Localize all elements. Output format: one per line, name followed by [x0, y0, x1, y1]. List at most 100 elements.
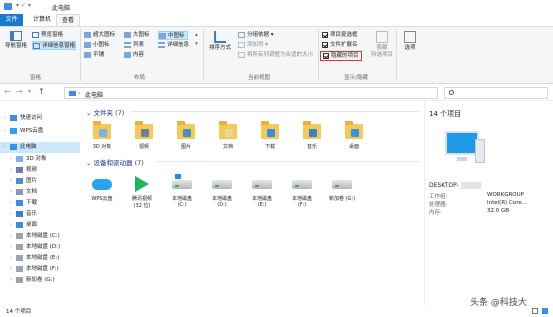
layout-medium-icons[interactable]: 中图标 [158, 31, 188, 40]
address-bar[interactable]: › 此电脑 [64, 87, 438, 99]
layout-small-icons[interactable]: 小图标 [84, 41, 110, 50]
computer-name: DESKTOP- [429, 182, 459, 189]
device-sublabel: (E:) [257, 202, 267, 208]
device-tile[interactable]: 本地磁盘 (E:) [242, 173, 282, 208]
recent-chevron-icon[interactable]: ▾ [28, 88, 31, 95]
nav-item[interactable]: › 视频 [0, 165, 80, 176]
device-tile[interactable]: 本地磁盘 (D:) [202, 173, 242, 208]
xl-icons-icon [84, 31, 91, 38]
nav-item[interactable]: › 文档 [0, 187, 80, 198]
folder-label: 3D 对象 [92, 144, 112, 150]
device-tile[interactable]: 本地磁盘 (C:) [162, 173, 202, 208]
separator [203, 29, 204, 81]
device-tile[interactable]: WPS云盘 [82, 173, 122, 202]
checkbox[interactable] [322, 41, 328, 48]
address-row: ← → ▾ ↑ › 此电脑 [0, 84, 553, 101]
search-input[interactable] [444, 87, 548, 99]
nav-item[interactable]: › 音乐 [0, 209, 80, 220]
forward-icon[interactable]: → [16, 87, 23, 96]
folder-tile[interactable]: 3D 对象 [82, 121, 122, 150]
folder-tile[interactable]: 视频 [124, 121, 164, 150]
tab-file[interactable]: 文件 [0, 14, 23, 26]
nav-item[interactable]: › 本地磁盘 (F:) [0, 264, 80, 275]
fit-columns-button[interactable]: 将所有列调整为合适的大小 [238, 51, 313, 60]
sort-icon [214, 31, 226, 43]
add-columns-icon [238, 41, 245, 48]
layout-group-label: 布局 [134, 75, 146, 81]
folder-tile[interactable]: 图片 [166, 121, 206, 150]
options-button[interactable]: 选项 [400, 31, 420, 59]
star-icon [10, 114, 17, 121]
hidden-items-toggle[interactable]: 隐藏的项目 [320, 51, 362, 61]
nav-item[interactable]: › 3D 对象 [0, 154, 80, 165]
tab-computer[interactable]: 计算机 [28, 14, 56, 26]
folder-tile[interactable]: 文档 [208, 121, 248, 150]
folder-tile[interactable]: 音乐 [292, 121, 332, 150]
quick-access-toolbar[interactable]: ▾ ✓ ▾ [16, 2, 40, 11]
layout-tiles[interactable]: 平铺 [84, 51, 104, 60]
current-view-group-label: 当前视图 [248, 75, 271, 81]
hide-selected-button[interactable]: 隐藏 所选项目 [370, 31, 394, 59]
sort-by-button[interactable]: 排序方式 [206, 31, 234, 61]
large-icons-view-icon[interactable] [542, 308, 548, 314]
nav-item[interactable]: › 快速访问 [0, 113, 80, 124]
device-label: 本地磁盘 [211, 196, 232, 202]
pc-icon [69, 91, 76, 96]
details-pane-button[interactable]: 详细信息窗格 [32, 41, 77, 50]
nav-item[interactable]: › 桌面 [0, 220, 80, 231]
device-tile[interactable]: 腾讯视频 (32 位) [122, 173, 162, 209]
group-by-button[interactable]: 分组依据 ▾ [238, 31, 274, 40]
nav-item[interactable]: › 本地磁盘 (E:) [0, 253, 80, 264]
back-icon[interactable]: ← [4, 87, 11, 96]
nav-item[interactable]: › 新加卷 (G:) [0, 275, 80, 286]
nav-item-label: 本地磁盘 (F:) [26, 266, 59, 272]
layout-list[interactable]: 列表 [124, 41, 144, 50]
nav-item-label: 本地磁盘 (E:) [26, 255, 60, 261]
nav-item[interactable]: › 此电脑 [0, 142, 80, 153]
device-label: 本地磁盘 [251, 196, 272, 202]
devices-section-header[interactable]: ⌄ 设备和驱动器 (7) [86, 157, 144, 167]
wps-cloud-icon [91, 173, 113, 193]
section-divider [156, 161, 420, 162]
fit-columns-label: 将所有列调整为合适的大小 [247, 52, 314, 58]
nav-item[interactable]: › 图片 [0, 176, 80, 187]
device-label: 本地磁盘 [171, 196, 192, 202]
up-icon[interactable]: ↑ [38, 87, 45, 96]
nav-pane-button[interactable]: 导航窗格 [4, 31, 28, 59]
folder-label: 下载 [264, 144, 275, 150]
nav-item[interactable]: › WPS云盘 [0, 126, 80, 137]
folder-tile[interactable]: 下载 [250, 121, 290, 150]
checkbox[interactable] [323, 52, 329, 59]
nav-item[interactable]: › 本地磁盘 (D:) [0, 242, 80, 253]
file-extensions-toggle[interactable]: 文件扩展名 [322, 41, 358, 50]
tab-view[interactable]: 查看 [56, 14, 81, 26]
item-checkboxes-toggle[interactable]: 项目复选框 [322, 31, 358, 40]
search-icon [449, 90, 454, 95]
status-count: 14 个项目 [6, 309, 32, 315]
folders-section-header[interactable]: ⌄ 文件夹 (7) [86, 107, 124, 117]
breadcrumb[interactable]: 此电脑 [85, 90, 103, 99]
options-icon [404, 31, 416, 43]
layout-large-icons[interactable]: 大图标 [124, 31, 150, 40]
nav-item[interactable]: › 本地磁盘 (C:) [0, 231, 80, 242]
device-tile[interactable]: 新加卷 (G:) [322, 173, 362, 202]
group-label: 分组依据 [247, 32, 270, 38]
add-columns-button[interactable]: 添加列 ▾ [238, 41, 268, 50]
layout-content[interactable]: 内容 [124, 51, 144, 60]
pictures-folder-icon [175, 121, 197, 141]
device-tile[interactable]: 本地磁盘 (F:) [282, 173, 322, 208]
nav-item-label: 新加卷 (G:) [26, 277, 55, 283]
layout-item-label: 内容 [133, 52, 145, 58]
folder-tile[interactable]: 桌面 [334, 121, 374, 150]
details-pane-icon [33, 42, 40, 49]
details-view-icon[interactable] [532, 308, 538, 314]
preview-pane-button[interactable]: 预览窗格 [32, 31, 63, 40]
checkbox[interactable] [322, 31, 328, 38]
detail-value: Intel(R) Core... [487, 200, 528, 206]
nav-item[interactable]: › 下载 [0, 198, 80, 209]
layout-scroll[interactable]: ▴ ▾ [195, 31, 198, 47]
layout-xl-icons[interactable]: 超大图标 [84, 31, 115, 40]
folder-label: 桌面 [348, 144, 359, 150]
layout-item-label: 列表 [133, 42, 145, 48]
layout-details[interactable]: 详细信息 [158, 41, 189, 50]
